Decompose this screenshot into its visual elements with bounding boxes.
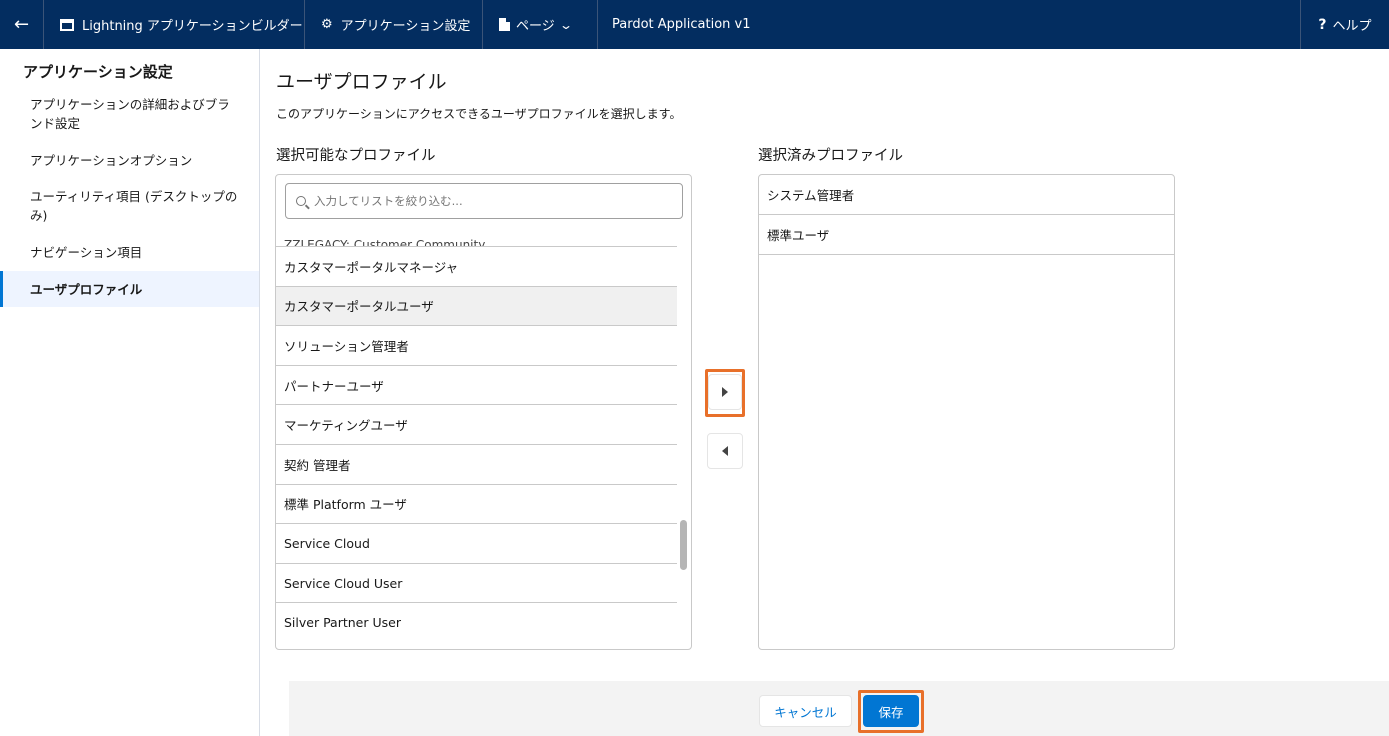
move-to-available-button[interactable] [707,433,743,469]
help-label: ヘルプ [1332,19,1372,34]
back-arrow-icon: ← [13,14,30,35]
list-item[interactable]: マーケティングユーザ [276,405,677,445]
list-item[interactable]: 標準 Platform ユーザ [276,485,677,525]
back-button[interactable]: ← [0,0,44,49]
cancel-button[interactable]: キャンセル [759,695,852,727]
move-to-selected-button[interactable] [708,374,742,410]
available-profiles-label: 選択可能なプロファイル [276,148,436,164]
sidebar-item-utility-items[interactable]: ユーティリティ項目 (デスクトップのみ) [0,179,259,233]
sidebar-item-details-branding[interactable]: アプリケーションの詳細およびブランド設定 [0,87,259,141]
gear-icon: ⚙ [321,17,333,32]
filter-search [285,183,683,219]
sidebar-item-user-profiles[interactable]: ユーザプロファイル [0,271,259,307]
top-bar: ← Lightning アプリケーションビルダー ⚙ アプリケーション設定 ペー… [0,0,1389,49]
list-item[interactable]: 標準ユーザ [759,215,1174,255]
footer-bar: キャンセル 保存 [289,681,1389,736]
app-name: Pardot Application v1 [598,0,1301,49]
sidebar-item-app-options[interactable]: アプリケーションオプション [0,141,259,179]
page-icon [499,18,510,31]
app-builder-menu[interactable]: Lightning アプリケーションビルダー [44,0,305,49]
selected-profiles-list: システム管理者 標準ユーザ [758,174,1175,650]
list-item[interactable]: Service Cloud User [276,564,677,604]
main-content: ユーザプロファイル このアプリケーションにアクセスできるユーザプロファイルを選択… [261,49,1389,736]
list-item[interactable]: パートナーユーザ [276,366,677,406]
list-item[interactable]: システム管理者 [759,175,1174,215]
list-scrollbar[interactable] [678,227,691,633]
sidebar-item-navigation-items[interactable]: ナビゲーション項目 [0,233,259,271]
list-item[interactable]: カスタマーポータルユーザ [276,286,677,327]
save-button[interactable]: 保存 [863,695,919,727]
sidebar-item-label: ユーティリティ項目 (デスクトップのみ) [30,189,238,223]
settings-sidebar: アプリケーション設定 アプリケーションの詳細およびブランド設定 アプリケーション… [0,49,260,736]
filter-input[interactable] [314,194,654,208]
app-builder-label: Lightning アプリケーションビルダー [82,19,303,34]
app-name-label: Pardot Application v1 [612,17,751,32]
sidebar-item-label: ナビゲーション項目 [30,244,143,260]
list-item[interactable]: 契約 管理者 [276,445,677,485]
list-scrollbar-thumb[interactable] [680,520,687,570]
selected-profiles-label: 選択済みプロファイル [758,148,903,164]
help-icon: ? [1318,16,1327,33]
app-settings-label: アプリケーション設定 [340,19,471,34]
pages-label: ページ [516,19,555,34]
pages-dropdown[interactable]: ページ ⌄ [483,0,598,49]
page-title: ユーザプロファイル [276,71,447,93]
list-item[interactable]: ソリューション管理者 [276,326,677,366]
help-button[interactable]: ? ヘルプ [1301,0,1389,49]
available-profiles-list: ZZLEGACY: Customer Community カスタマーポータルマネ… [275,174,692,650]
triangle-left-icon [722,446,728,456]
available-rows: ZZLEGACY: Customer Community カスタマーポータルマネ… [276,227,677,633]
list-item[interactable]: カスタマーポータルマネージャ [276,247,677,287]
app-settings-button[interactable]: ⚙ アプリケーション設定 [305,0,483,49]
chevron-down-icon: ⌄ [558,17,573,32]
app-builder-icon [60,18,74,31]
list-item[interactable]: ZZLEGACY: Customer Community [276,227,677,247]
sidebar-item-label: ユーザプロファイル [30,281,143,297]
page-description: このアプリケーションにアクセスできるユーザプロファイルを選択します。 [276,107,682,121]
sidebar-title: アプリケーション設定 [23,63,173,81]
triangle-right-icon [722,387,728,397]
sidebar-item-label: アプリケーションの詳細およびブランド設定 [30,97,230,131]
list-item[interactable]: Service Cloud [276,524,677,564]
sidebar-item-label: アプリケーションオプション [30,152,193,168]
list-item[interactable]: Silver Partner User [276,603,677,633]
search-icon [296,196,306,206]
